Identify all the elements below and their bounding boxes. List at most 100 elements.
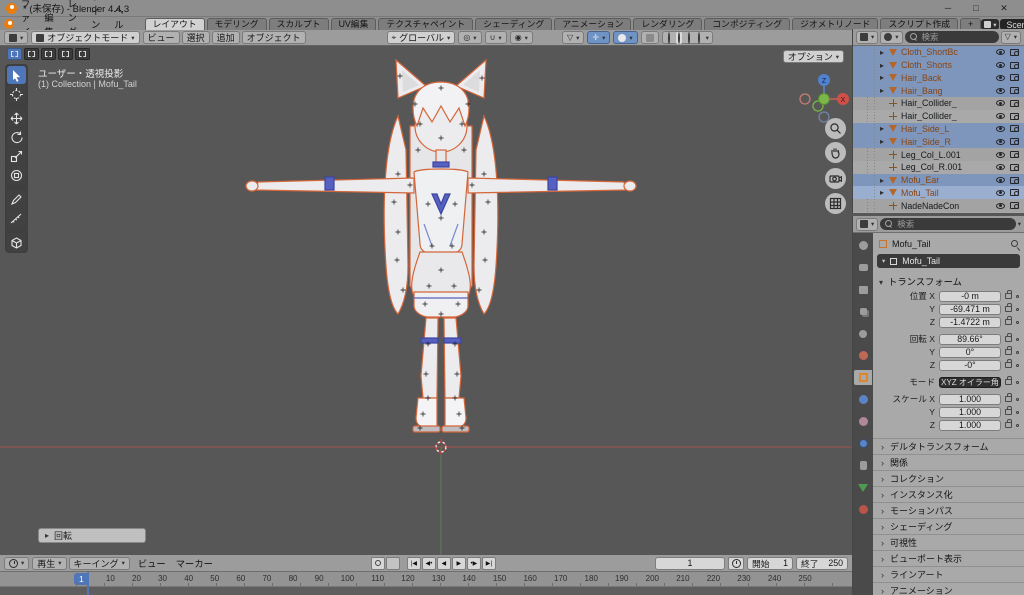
properties-editor-type-button[interactable]: ▾	[856, 217, 879, 231]
lock-icon[interactable]	[1005, 346, 1012, 355]
close-button[interactable]: ✕	[990, 3, 1018, 14]
viewport-menu-item[interactable]: オブジェクト	[241, 31, 306, 44]
viewport-3d[interactable]: Z X ユーザー・透視投影 (1) Collection | Mofu_Tail	[0, 46, 852, 555]
properties-tab-modifiers[interactable]	[854, 392, 872, 407]
value-field[interactable]: -69.471 m	[939, 303, 1001, 315]
hide-in-viewport-eye-icon[interactable]	[996, 87, 1005, 94]
workspace-tab[interactable]: モデリング	[206, 18, 267, 30]
properties-tab-render[interactable]	[854, 260, 872, 275]
move-tool[interactable]	[7, 109, 26, 127]
object-name-bar[interactable]: ▾ Mofu_Tail	[877, 254, 1020, 268]
disable-in-renders-camera-icon[interactable]	[1010, 125, 1019, 133]
transform-tool[interactable]	[7, 166, 26, 184]
outliner-display-mode-button[interactable]: ▾	[880, 30, 903, 44]
orthographic-toggle-button[interactable]	[825, 193, 846, 214]
proportional-edit-button[interactable]: ◉ ▾	[509, 31, 533, 44]
outliner-item[interactable]: ▸ Hair_Collider_	[853, 110, 1024, 123]
hide-in-viewport-eye-icon[interactable]	[996, 125, 1005, 132]
properties-search-input[interactable]: 検索	[880, 218, 1016, 230]
expand-arrow-icon[interactable]: ▸	[880, 86, 889, 95]
snap-magnet-button[interactable]: ∪ ▾	[484, 31, 507, 44]
expand-arrow-icon[interactable]: ▸	[880, 48, 889, 57]
disable-in-renders-camera-icon[interactable]	[1010, 138, 1019, 146]
workspace-tab[interactable]: UV編集	[330, 18, 377, 30]
orientation-dropdown[interactable]: ⌖ グローバル ▾	[386, 31, 456, 44]
operator-panel-rotate[interactable]: 回転	[38, 528, 146, 543]
lock-icon[interactable]	[1005, 333, 1012, 342]
workspace-tab[interactable]: シェーディング	[475, 18, 553, 30]
hide-in-viewport-eye-icon[interactable]	[996, 202, 1005, 209]
transport-button[interactable]: |◀	[406, 556, 421, 570]
select-mode-invert[interactable]	[58, 48, 73, 60]
disable-in-renders-camera-icon[interactable]	[1010, 189, 1019, 197]
pin-icon[interactable]	[1011, 240, 1018, 247]
value-field[interactable]: 1.000	[939, 419, 1001, 431]
properties-tab-world[interactable]	[854, 348, 872, 363]
section-header[interactable]: 関係	[873, 454, 1024, 470]
value-field[interactable]: -0 m	[939, 290, 1001, 302]
xray-toggle[interactable]	[640, 31, 659, 44]
editor-type-button[interactable]: ▾	[4, 31, 29, 44]
show-visibility-dropdown[interactable]: ▽ ▾	[561, 31, 585, 44]
camera-view-button[interactable]	[825, 168, 846, 189]
disable-in-renders-camera-icon[interactable]	[1010, 176, 1019, 184]
viewport-menu-item[interactable]: 追加	[211, 31, 240, 44]
hide-in-viewport-eye-icon[interactable]	[996, 113, 1005, 120]
timeline-track-area[interactable]	[0, 587, 852, 595]
section-header[interactable]: シェーディング	[873, 518, 1024, 534]
outliner-item[interactable]: ▸ Mofu_Ear	[853, 173, 1024, 187]
animate-dot-icon[interactable]	[1016, 350, 1019, 354]
disable-in-renders-camera-icon[interactable]	[1010, 61, 1019, 69]
disable-in-renders-camera-icon[interactable]	[1010, 99, 1019, 107]
measure-tool[interactable]	[7, 209, 26, 227]
workspace-tab[interactable]: コンポジティング	[704, 18, 791, 30]
animate-dot-icon[interactable]	[1016, 307, 1019, 311]
workspace-tab[interactable]: レンダリング	[633, 18, 703, 30]
section-header[interactable]: モーションパス	[873, 502, 1024, 518]
timeline-menu-item[interactable]: ビュー	[133, 556, 171, 570]
disable-in-renders-camera-icon[interactable]	[1010, 151, 1019, 158]
disable-in-renders-camera-icon[interactable]	[1010, 163, 1019, 171]
properties-tab-output[interactable]	[854, 282, 872, 297]
lock-icon[interactable]	[1005, 393, 1012, 402]
hide-in-viewport-eye-icon[interactable]	[996, 74, 1005, 81]
current-frame-field[interactable]: 1	[655, 556, 725, 570]
blender-menu-icon[interactable]	[4, 19, 14, 29]
show-overlays-toggle[interactable]: ▾	[613, 31, 638, 44]
outliner-item[interactable]: ▸ Cloth_Shorts	[853, 58, 1024, 72]
outliner-item[interactable]: ▸ Hair_Bang	[853, 84, 1024, 98]
transport-button[interactable]: ◀•	[421, 556, 436, 570]
section-header[interactable]: ラインアート	[873, 566, 1024, 582]
properties-tab-scene[interactable]	[854, 326, 872, 341]
pivot-point-button[interactable]: ◎ ▾	[458, 31, 482, 44]
frame-end-field[interactable]: 終了 250	[796, 556, 848, 570]
outliner-item[interactable]: ▸ Mofu_Tail	[853, 186, 1024, 200]
hide-in-viewport-eye-icon[interactable]	[996, 164, 1005, 171]
timeline-editor-type-button[interactable]: ▾	[4, 556, 30, 570]
properties-tab-tool[interactable]	[854, 238, 872, 253]
frame-start-field[interactable]: 開始 1	[747, 556, 793, 570]
hide-in-viewport-eye-icon[interactable]	[996, 151, 1005, 158]
animate-dot-icon[interactable]	[1016, 397, 1019, 401]
playhead[interactable]	[87, 572, 89, 595]
animate-dot-icon[interactable]	[1016, 410, 1019, 414]
viewport-menu-item[interactable]: ビュー	[142, 31, 180, 44]
disable-in-renders-camera-icon[interactable]	[1010, 48, 1019, 56]
pan-hand-button[interactable]	[825, 142, 846, 163]
hide-in-viewport-eye-icon[interactable]	[996, 177, 1005, 184]
disable-in-renders-camera-icon[interactable]	[1010, 74, 1019, 82]
lock-icon[interactable]	[1005, 376, 1012, 385]
add-object-tool[interactable]	[7, 233, 26, 251]
animate-dot-icon[interactable]	[1016, 380, 1019, 384]
section-header[interactable]: 可視性	[873, 534, 1024, 550]
outliner-item[interactable]: ▸ Hair_Side_R	[853, 135, 1024, 149]
properties-options-icon[interactable]: ▾	[1018, 220, 1021, 228]
auto-keyframe-button[interactable]	[370, 556, 385, 570]
lock-icon[interactable]	[1005, 406, 1012, 415]
use-preview-range-button[interactable]	[728, 556, 744, 570]
disable-in-renders-camera-icon[interactable]	[1010, 202, 1019, 210]
expand-arrow-icon[interactable]: ▸	[880, 61, 889, 70]
shading-rendered[interactable]	[696, 31, 702, 44]
options-button[interactable]: オプション ▾	[782, 50, 844, 63]
value-field[interactable]: 1.000	[939, 406, 1001, 418]
